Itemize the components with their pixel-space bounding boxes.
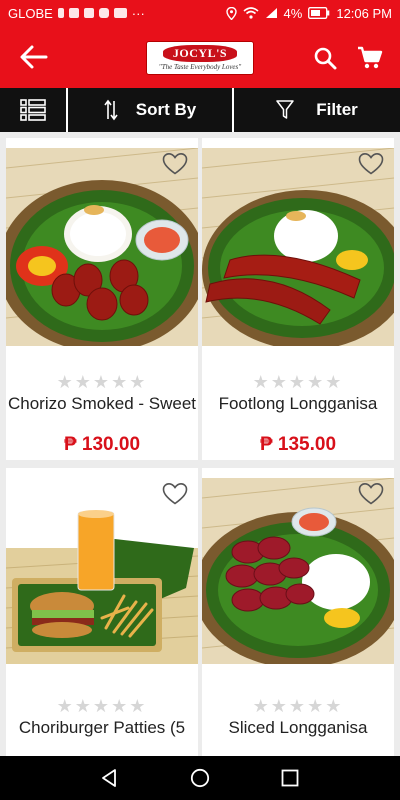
carrier-label: GLOBE — [8, 5, 53, 21]
product-card[interactable]: ★★★★★ Choriburger Patties (5 — [6, 468, 198, 756]
search-icon[interactable] — [313, 46, 337, 70]
filter-funnel-icon — [276, 100, 294, 119]
product-name[interactable]: Chorizo Smoked - Sweet — [6, 394, 198, 414]
system-nav-bar — [0, 756, 400, 800]
facebook-icon — [83, 8, 94, 18]
sort-by-label: Sort By — [135, 100, 197, 119]
brand-logo[interactable]: JOCYL'S "The Taste Everybody Loves" — [146, 41, 254, 75]
sort-by-button[interactable]: Sort By — [68, 88, 234, 132]
filter-button[interactable]: Filter — [234, 88, 400, 132]
wishlist-heart-icon[interactable] — [358, 152, 384, 176]
product-card[interactable]: ★★★★★ Chorizo Smoked - Sweet ₱ 130.00 — [6, 138, 198, 460]
product-price: ₱ 135.00 — [259, 434, 337, 455]
nav-recents-icon[interactable] — [281, 769, 299, 787]
wifi-icon — [243, 7, 259, 19]
app-bar: JOCYL'S "The Taste Everybody Loves" — [0, 26, 400, 88]
product-image[interactable] — [6, 148, 198, 346]
signal-icon — [265, 8, 277, 18]
youtube-icon — [113, 8, 127, 18]
product-name[interactable]: Choriburger Patties (5 — [6, 718, 198, 738]
sort-arrows-icon — [104, 99, 118, 121]
wishlist-heart-icon[interactable] — [162, 152, 188, 176]
cart-icon[interactable] — [357, 45, 383, 71]
more-notifications-icon: ··· — [131, 5, 145, 21]
logo-name: JOCYL'S — [162, 45, 238, 62]
back-arrow-icon[interactable] — [18, 42, 50, 72]
nav-back-icon[interactable] — [100, 768, 120, 788]
rating-stars: ★★★★★ — [56, 372, 148, 392]
filter-label: Filter — [316, 100, 358, 119]
logo-tagline: "The Taste Everybody Loves" — [158, 63, 242, 71]
product-card[interactable]: ★★★★★ Footlong Longganisa ₱ 135.00 — [202, 138, 394, 460]
status-bar: GLOBE ··· 4% 12:06 PM — [0, 0, 400, 26]
clock: 12:06 PM — [336, 5, 392, 21]
view-toggle-button[interactable] — [0, 88, 68, 132]
location-icon — [225, 6, 237, 20]
product-image[interactable] — [202, 148, 394, 346]
nav-home-icon[interactable] — [190, 768, 210, 788]
wishlist-heart-icon[interactable] — [162, 482, 188, 506]
instagram-icon — [98, 8, 109, 18]
battery-icon — [308, 7, 330, 19]
usb-icon — [57, 8, 64, 18]
rating-stars: ★★★★★ — [252, 696, 344, 716]
product-grid: ★★★★★ Chorizo Smoked - Sweet ₱ 130.00 ★★… — [0, 132, 400, 756]
wishlist-heart-icon[interactable] — [358, 482, 384, 506]
rating-stars: ★★★★★ — [56, 696, 148, 716]
product-card[interactable]: ★★★★★ Sliced Longganisa — [202, 468, 394, 756]
list-view-icon — [20, 99, 46, 121]
sort-filter-toolbar: Sort By Filter — [0, 88, 400, 132]
product-price: ₱ 130.00 — [63, 434, 141, 455]
product-name[interactable]: Footlong Longganisa — [202, 394, 394, 414]
sim-icon — [68, 8, 79, 18]
battery-percent: 4% — [283, 5, 303, 21]
product-name[interactable]: Sliced Longganisa — [202, 718, 394, 738]
rating-stars: ★★★★★ — [252, 372, 344, 392]
